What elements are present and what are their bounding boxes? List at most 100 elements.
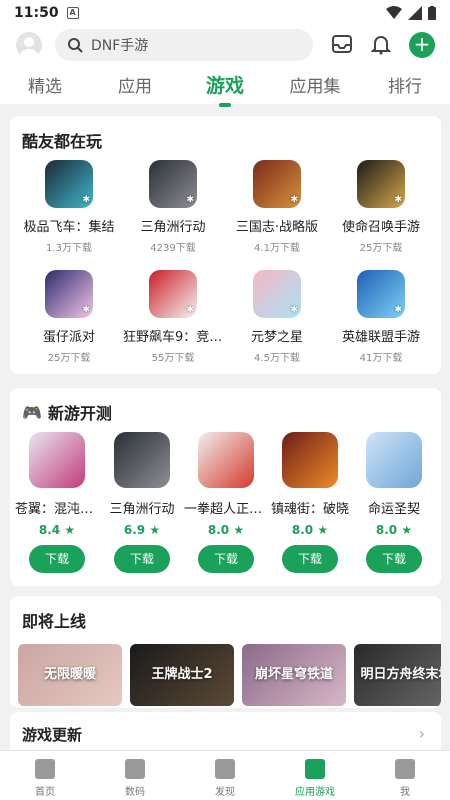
app-item[interactable]: ✱ 三国志·战略版 4.1万下载 [225,160,329,254]
friends-playing-card: 酷友都在玩 ✱ 极品飞车：集结 1.3万下载 ✱ 三角洲行动 4239下载 ✱ … [10,116,441,374]
download-button[interactable]: 下载 [282,545,338,573]
tag-icon: ✱ [82,305,90,315]
download-button[interactable]: 下载 [114,545,170,573]
section-title: 游戏更新 [22,726,83,744]
app-name: 英雄联盟手游 [341,330,420,345]
bag-icon [305,759,325,779]
header: DNF手游 + 精选 应用 游戏 应用集 排行 [0,26,450,107]
search-icon [68,38,83,53]
app-icon [114,432,170,488]
banner-label: 王牌战士2 [151,667,213,682]
tab-collections[interactable]: 应用集 [275,72,355,97]
section-title-text: 新游开测 [47,404,112,423]
nav-item[interactable]: 首页 [0,751,90,800]
battery-icon [428,6,436,20]
tab-ranking[interactable]: 排行 [365,72,445,97]
download-count: 25万下载 [359,243,403,254]
upcoming-game-banner[interactable]: 王牌战士2 [130,644,234,706]
gamepad-icon: 🎮 [22,402,42,422]
app-name: 三角洲行动 [140,220,206,235]
new-game-item[interactable]: 命运圣契 8.0 ★ 下载 [352,432,436,573]
rating: 8.0 ★ [375,523,413,537]
nav-item[interactable]: 我 [360,751,450,800]
tab-apps[interactable]: 应用 [95,72,175,97]
app-item[interactable]: ✱ 蛋仔派对 25万下载 [17,270,121,364]
tag-icon: ✱ [290,305,298,315]
app-item[interactable]: ✱ 极品飞车：集结 1.3万下载 [17,160,121,254]
app-icon: ✱ [149,160,197,208]
download-count: 4.5万下载 [254,353,300,364]
app-icon: ✱ [253,270,301,318]
banner-label: 无限暖暖 [43,667,96,682]
app-name: 三角洲行动 [109,502,175,517]
app-item[interactable]: ✱ 三角洲行动 4239下载 [121,160,225,254]
app-name: 镇魂街：破晓 [270,502,349,517]
download-count: 55万下载 [151,353,195,364]
tab-games[interactable]: 游戏 [185,71,265,107]
tab-featured[interactable]: 精选 [5,72,85,97]
app-icon: ✱ [357,160,405,208]
rating: 8.4 ★ [38,523,76,537]
nav-item[interactable]: 发现 [180,751,270,800]
app-item[interactable]: ✱ 狂野飙车9：竞速传奇 55万下载 [121,270,225,364]
download-count: 4239下载 [150,243,196,254]
wifi-icon [386,6,402,19]
app-name: 极品飞车：集结 [23,220,115,235]
tag-icon: ✱ [394,195,402,205]
app-icon [29,432,85,488]
download-count: 4.1万下载 [254,243,300,254]
game-updates-header[interactable]: 游戏更新 › [10,712,441,750]
section-title: 🎮 新游开测 [22,400,112,424]
download-button[interactable]: 下载 [198,545,254,573]
nav-label: 数码 [125,787,145,798]
new-game-item[interactable]: 苍翼：混沌效应 8.4 ★ 下载 [15,432,99,573]
nav-item[interactable]: 应用游戏 [270,751,360,800]
bell-icon[interactable] [369,32,393,56]
nav-label: 应用游戏 [295,787,335,798]
app-name: 元梦之星 [250,330,303,345]
app-icon: ✱ [45,160,93,208]
upcoming-game-banner[interactable]: 崩坏星穹铁道 [242,644,346,706]
upcoming-game-banner[interactable]: 明日方舟终末地 [354,644,441,706]
nav-item[interactable]: 数码 [90,751,180,800]
app-name: 一拳超人正义执行 [184,502,268,517]
app-icon: ✱ [253,160,301,208]
app-item[interactable]: ✱ 使命召唤手游 25万下载 [329,160,433,254]
clock: 11:50 [14,5,59,21]
app-item[interactable]: ✱ 元梦之星 4.5万下载 [225,270,329,364]
bottom-nav: 首页 数码 发现 应用游戏 我 [0,750,450,800]
app-icon [198,432,254,488]
device-icon [125,759,145,779]
signal-icon [408,6,422,20]
status-icons [386,6,436,20]
download-button[interactable]: 下载 [366,545,422,573]
rating: 6.9 ★ [123,523,161,537]
app-name: 狂野飙车9：竞速传奇 [123,330,225,345]
add-button[interactable]: + [409,32,435,58]
download-count: 1.3万下载 [46,243,92,254]
category-tabs: 精选 应用 游戏 应用集 排行 [0,66,450,107]
rating: 8.0 ★ [291,523,329,537]
banner-label: 明日方舟终末地 [360,667,441,682]
new-game-item[interactable]: 镇魂街：破晓 8.0 ★ 下载 [268,432,352,573]
avatar[interactable] [16,32,42,58]
search-bar[interactable]: DNF手游 [55,29,313,61]
app-icon: ✱ [45,270,93,318]
app-icon: ✱ [357,270,405,318]
app-item[interactable]: ✱ 英雄联盟手游 41万下载 [329,270,433,364]
compass-icon [215,759,235,779]
new-game-item[interactable]: 一拳超人正义执行 8.0 ★ 下载 [184,432,268,573]
home-icon [35,759,55,779]
app-icon: ✱ [149,270,197,318]
download-count: 41万下载 [359,353,403,364]
download-button[interactable]: 下载 [29,545,85,573]
inbox-icon[interactable] [330,32,354,56]
new-game-item[interactable]: 三角洲行动 6.9 ★ 下载 [100,432,184,573]
coming-soon-card: 即将上线 无限暖暖 王牌战士2 崩坏星穹铁道 明日方舟终末地 [10,596,441,708]
search-placeholder: DNF手游 [91,38,149,54]
person-icon [395,759,415,779]
notification-a-icon: A [66,7,79,19]
upcoming-game-banner[interactable]: 无限暖暖 [18,644,122,706]
nav-label: 发现 [215,787,235,798]
new-games-card: 🎮 新游开测 苍翼：混沌效应 8.4 ★ 下载 三角洲行动 6.9 ★ 下载 一… [10,388,441,586]
